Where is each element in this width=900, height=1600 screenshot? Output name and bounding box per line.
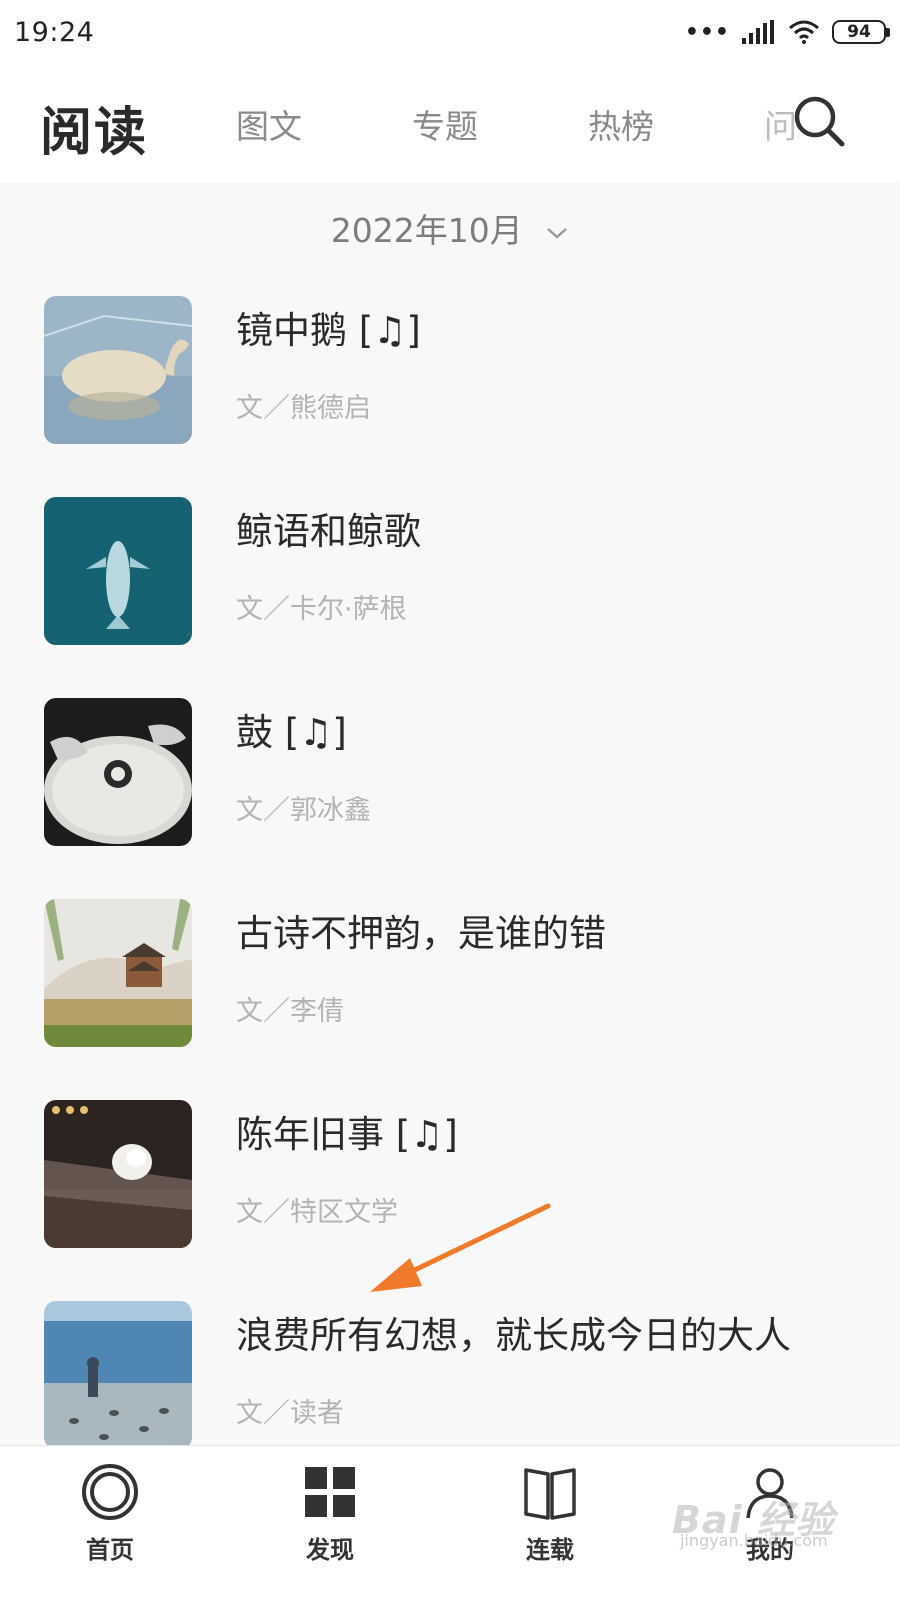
status-icons: ••• 94: [684, 19, 890, 45]
signal-icon: [742, 20, 774, 44]
battery-level: 94: [847, 22, 871, 42]
article-thumbnail: [44, 1301, 192, 1449]
article-thumbnail: [44, 698, 192, 846]
list-item[interactable]: 鼓 [♫] 文／郭冰鑫: [0, 698, 900, 848]
article-author: 文／卡尔·萨根: [236, 594, 407, 625]
tab-zhuanti[interactable]: 专题: [412, 100, 478, 148]
list-item[interactable]: 古诗不押韵，是谁的错 文／李倩: [0, 899, 900, 1049]
nav-discover[interactable]: 发现: [270, 1462, 390, 1565]
status-bar: 19:24 ••• 94: [0, 0, 900, 64]
flower-image: [44, 1100, 192, 1248]
nav-label: 连载: [526, 1536, 574, 1564]
whale-image: [44, 497, 192, 645]
article-title: 陈年旧事 [♫]: [236, 1113, 458, 1156]
wifi-icon: [789, 20, 819, 44]
article-thumbnail: [44, 497, 192, 645]
article-title: 古诗不押韵，是谁的错: [236, 912, 606, 955]
article-author: 文／读者: [236, 1398, 344, 1429]
list-item[interactable]: 鲸语和鲸歌 文／卡尔·萨根: [0, 497, 900, 647]
list-item[interactable]: 镜中鹅 [♫] 文／熊德启: [0, 296, 900, 446]
month-selector[interactable]: 2022年10月: [0, 204, 900, 252]
nav-label: 发现: [306, 1536, 354, 1564]
article-thumbnail: [44, 296, 192, 444]
nav-serial[interactable]: 连载: [490, 1462, 610, 1565]
drum-image: [44, 698, 192, 846]
article-title: 鼓 [♫]: [236, 711, 347, 754]
list-item[interactable]: 浪费所有幻想，就长成今日的大人 文／读者: [0, 1301, 900, 1451]
home-ring-icon: [82, 1464, 138, 1520]
article-author: 文／郭冰鑫: [236, 795, 371, 826]
seaside-image: [44, 1301, 192, 1449]
search-icon: [794, 96, 845, 147]
article-thumbnail: [44, 899, 192, 1047]
watermark-url: jingyan.baidu.com: [680, 1531, 828, 1550]
search-button[interactable]: [790, 92, 850, 152]
tab-tuwen[interactable]: 图文: [236, 100, 302, 148]
article-thumbnail: [44, 1100, 192, 1248]
grid-icon: [305, 1467, 355, 1517]
top-header: 阅读 图文 专题 热榜 问: [0, 64, 900, 182]
nav-home[interactable]: 首页: [50, 1462, 170, 1565]
more-dots-icon: •••: [684, 19, 730, 45]
article-title: 镜中鹅 [♫]: [236, 309, 421, 352]
list-item[interactable]: 陈年旧事 [♫] 文／特区文学: [0, 1100, 900, 1250]
book-icon: [524, 1468, 576, 1520]
bottom-nav: 首页 发现 连载 我的 Bai 经验 jingyan.baidu.com: [0, 1445, 900, 1600]
battery-icon: 94: [832, 20, 890, 44]
chevron-down-icon: [547, 227, 568, 239]
month-label: 2022年10月: [330, 211, 523, 250]
status-time: 19:24: [14, 16, 95, 48]
article-author: 文／熊德启: [236, 393, 371, 424]
article-title: 鲸语和鲸歌: [236, 510, 421, 553]
article-author: 文／特区文学: [236, 1197, 398, 1228]
tab-rebang[interactable]: 热榜: [588, 100, 654, 148]
swan-image: [44, 296, 192, 444]
pavilion-image: [44, 899, 192, 1047]
article-author: 文／李倩: [236, 996, 344, 1027]
page-title: 阅读: [40, 103, 149, 163]
nav-label: 首页: [86, 1536, 134, 1564]
article-title: 浪费所有幻想，就长成今日的大人: [236, 1314, 791, 1357]
